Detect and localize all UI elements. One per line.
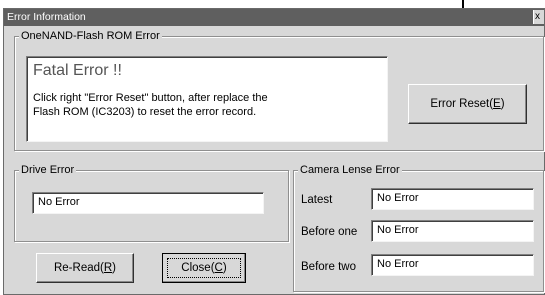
error-reset-label: Error Reset( xyxy=(430,98,494,110)
camera-before-one-label: Before one xyxy=(301,226,358,238)
error-reset-accelerator: E xyxy=(493,98,501,110)
re-read-accelerator: R xyxy=(103,262,113,274)
error-message-line-2: Flash ROM (IC3203) to reset the error re… xyxy=(33,106,257,118)
fatal-error-heading: Fatal Error !! xyxy=(33,62,122,79)
camera-before-two-field: No Error xyxy=(371,254,534,276)
error-message-line-1: Click right "Error Reset" button, after … xyxy=(33,92,268,104)
re-read-label-tail: ) xyxy=(112,262,116,274)
drive-error-field: No Error xyxy=(32,192,264,214)
focus-rectangle xyxy=(167,258,241,278)
window-title: Error Information xyxy=(7,11,86,23)
drive-group-label: Drive Error xyxy=(19,164,77,176)
re-read-label: Re-Read( xyxy=(53,262,104,274)
close-button[interactable]: Close(C) xyxy=(162,253,246,283)
camera-before-one-field: No Error xyxy=(371,220,534,242)
close-window-icon[interactable]: x xyxy=(533,10,544,24)
camera-latest-label: Latest xyxy=(301,194,333,206)
error-reset-button[interactable]: Error Reset(E) xyxy=(408,84,527,124)
camera-latest-field: No Error xyxy=(371,188,534,210)
error-information-window: Error Information x OneNAND-Flash ROM Er… xyxy=(3,8,545,295)
re-read-button[interactable]: Re-Read(R) xyxy=(36,253,134,283)
title-bar: Error Information x xyxy=(4,9,544,26)
camera-before-two-label: Before two xyxy=(301,261,356,273)
error-message-box: Fatal Error !! Click right "Error Reset"… xyxy=(26,56,388,142)
camera-group-label: Camera Lense Error xyxy=(298,164,402,176)
onenand-group-label: OneNAND-Flash ROM Error xyxy=(19,30,162,42)
error-reset-label-tail: ) xyxy=(500,98,505,110)
